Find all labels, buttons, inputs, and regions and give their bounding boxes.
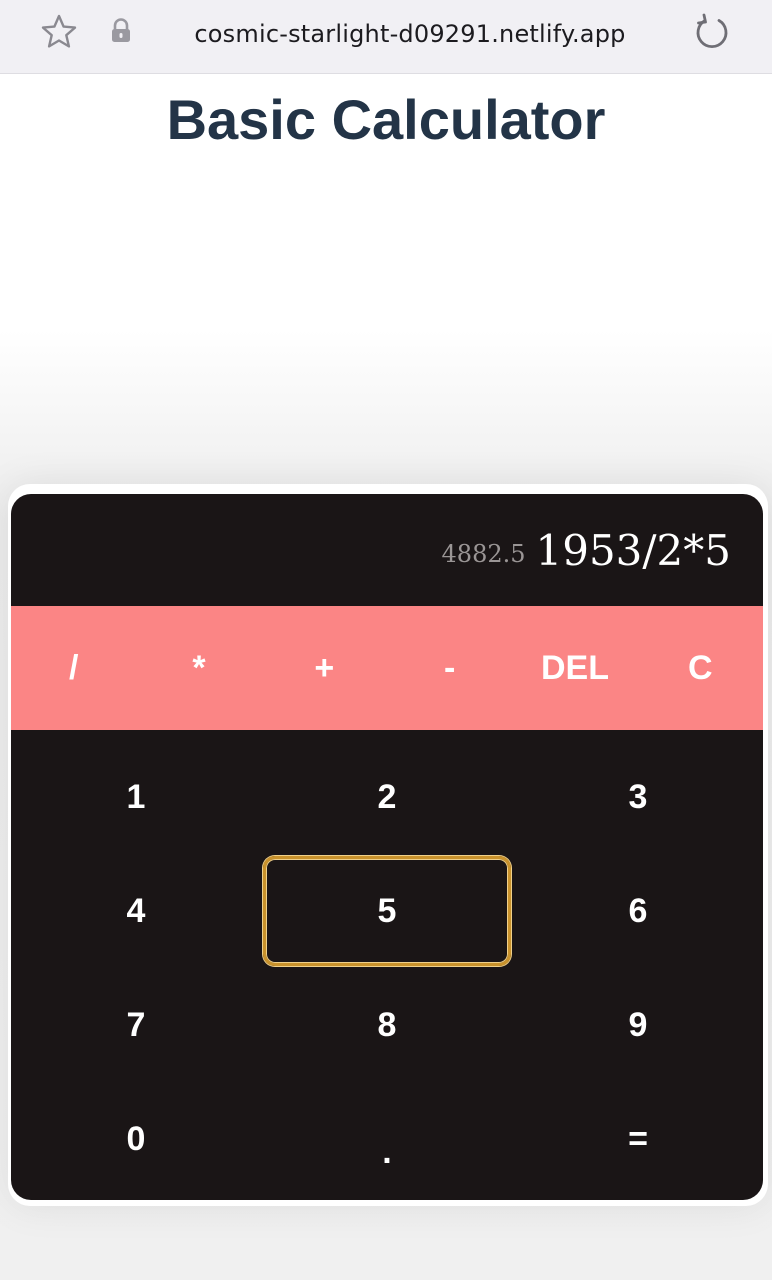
key-0[interactable]: 0	[11, 1082, 261, 1196]
key-6[interactable]: 6	[513, 854, 763, 968]
calculator: 4882.5 1953/2*5 / * + - DEL C 1 2 3 4 5 …	[11, 494, 763, 1200]
browser-address-bar: cosmic-starlight-d09291.netlify.app	[0, 0, 772, 74]
delete-button[interactable]: DEL	[512, 606, 637, 730]
add-button[interactable]: +	[262, 606, 387, 730]
clear-button[interactable]: C	[638, 606, 763, 730]
keypad: 1 2 3 4 5 6 7 8 9 0 . =	[11, 730, 763, 1200]
equals-button[interactable]: =	[513, 1082, 763, 1196]
url-field[interactable]: cosmic-starlight-d09291.netlify.app	[150, 14, 670, 54]
key-4[interactable]: 4	[11, 854, 261, 968]
star-icon[interactable]	[40, 13, 78, 51]
operator-bar: / * + - DEL C	[11, 606, 763, 730]
key-9[interactable]: 9	[513, 968, 763, 1082]
page: cosmic-starlight-d09291.netlify.app Basi…	[0, 0, 772, 1280]
key-7[interactable]: 7	[11, 968, 261, 1082]
key-5[interactable]: 5	[261, 854, 513, 968]
key-8[interactable]: 8	[261, 968, 513, 1082]
reload-icon[interactable]	[692, 12, 732, 52]
expression-display: 1953/2*5	[535, 525, 731, 575]
divide-button[interactable]: /	[11, 606, 136, 730]
result-preview: 4882.5	[441, 540, 526, 568]
key-3[interactable]: 3	[513, 740, 763, 854]
decimal-point-button[interactable]: .	[261, 1082, 513, 1196]
page-title: Basic Calculator	[166, 88, 606, 151]
subtract-button[interactable]: -	[387, 606, 512, 730]
calculator-display: 4882.5 1953/2*5	[11, 494, 763, 606]
lock-icon[interactable]	[110, 18, 132, 44]
key-1[interactable]: 1	[11, 740, 261, 854]
multiply-button[interactable]: *	[136, 606, 261, 730]
key-2[interactable]: 2	[261, 740, 513, 854]
